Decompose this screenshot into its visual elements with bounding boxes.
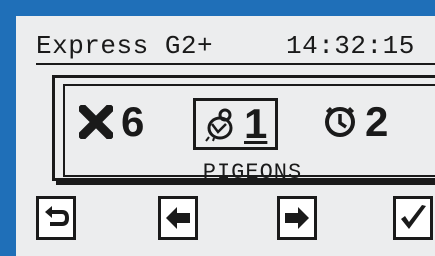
counter-panel: 6 1 2 PIGEONS [52,75,435,185]
counter-panel-inner: 6 1 2 PIGEONS [63,84,435,185]
status-header: Express G2+ 14:32:15 [36,28,435,64]
clock-counter: 2 [323,98,389,145]
device: Express G2+ 14:32:15 6 1 2 PIGEONS [0,0,435,256]
arrow-left-icon [166,207,190,229]
right-button[interactable] [277,196,317,240]
device-bezel-top [0,0,435,16]
confirm-button[interactable] [393,196,433,240]
checkmark-icon [401,205,426,229]
pigeon-count: 1 [244,100,268,147]
pigeon-icon [205,108,233,142]
clock-icon [325,106,355,137]
return-arrow-icon [45,206,70,226]
counter-category-label: PIGEONS [202,160,303,185]
header-divider [36,63,435,65]
left-button[interactable] [158,196,198,240]
cross-count: 6 [121,98,145,145]
arrow-right-icon [285,207,309,229]
x-mark-icon [79,105,113,139]
device-bezel-left [0,0,16,256]
back-button[interactable] [36,196,76,240]
pigeon-counter[interactable]: 1 [193,98,279,150]
cross-counter: 6 [79,98,145,145]
clock-time: 14:32:15 [286,31,415,61]
model-name: Express G2+ [36,31,214,61]
clock-count: 2 [365,98,389,145]
